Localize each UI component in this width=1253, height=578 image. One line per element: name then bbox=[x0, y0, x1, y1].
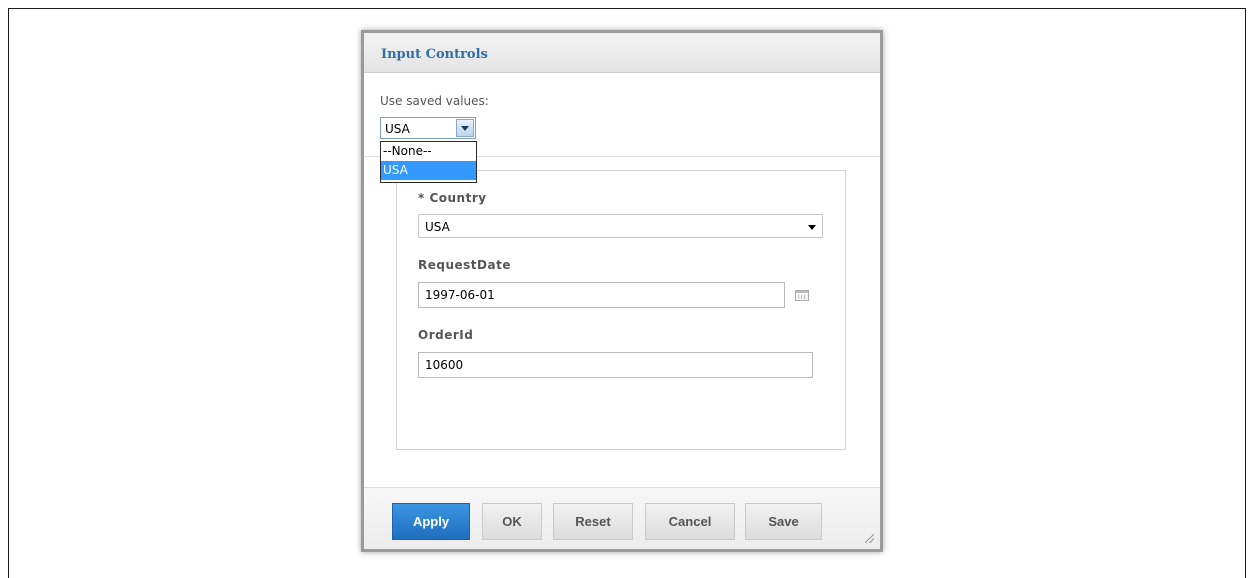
order-id-input[interactable] bbox=[418, 352, 813, 378]
dialog-header[interactable]: Input Controls bbox=[364, 33, 880, 73]
request-date-label: RequestDate bbox=[418, 258, 511, 272]
reset-button[interactable]: Reset bbox=[553, 503, 633, 540]
saved-values-option-usa[interactable]: USA bbox=[381, 161, 476, 180]
country-select[interactable]: USA bbox=[418, 214, 823, 238]
resize-grip-icon[interactable] bbox=[865, 534, 874, 543]
saved-values-selected: USA bbox=[385, 122, 410, 136]
save-button[interactable]: Save bbox=[745, 503, 822, 540]
country-label: * Country bbox=[418, 191, 487, 205]
order-id-label: OrderId bbox=[418, 328, 474, 342]
request-date-input[interactable] bbox=[418, 282, 785, 308]
ok-button[interactable]: OK bbox=[482, 503, 542, 540]
input-controls-dialog: Input Controls Use saved values: USA --N… bbox=[361, 30, 883, 552]
chevron-down-icon bbox=[808, 225, 816, 230]
calendar-icon[interactable] bbox=[795, 290, 809, 301]
controls-panel: * Country USA RequestDate OrderId bbox=[396, 170, 846, 450]
saved-values-dropdown-list: --None-- USA bbox=[380, 141, 477, 183]
cancel-button[interactable]: Cancel bbox=[645, 503, 735, 540]
saved-values-option-none[interactable]: --None-- bbox=[381, 142, 476, 161]
saved-values-label: Use saved values: bbox=[380, 94, 489, 108]
dialog-footer: Apply OK Reset Cancel Save bbox=[364, 487, 880, 549]
saved-values-select[interactable]: USA bbox=[380, 117, 476, 139]
saved-values-dropdown-button[interactable] bbox=[456, 119, 474, 137]
chevron-down-icon bbox=[461, 126, 469, 131]
apply-button[interactable]: Apply bbox=[392, 503, 470, 540]
dialog-title: Input Controls bbox=[381, 47, 488, 62]
country-value: USA bbox=[425, 220, 450, 234]
